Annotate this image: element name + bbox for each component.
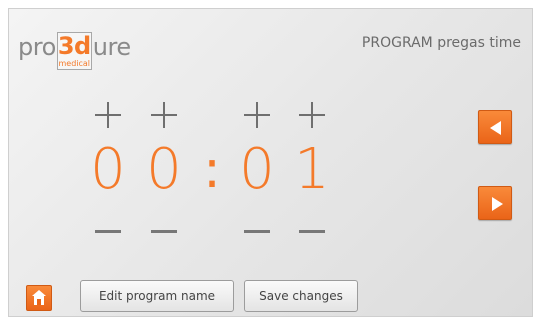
hours-tens-plus-icon[interactable] bbox=[95, 102, 121, 128]
minutes-tens-digit: 0 bbox=[239, 137, 275, 202]
previous-button[interactable] bbox=[478, 110, 512, 144]
logo-suffix: ure bbox=[92, 33, 131, 61]
save-changes-button[interactable]: Save changes bbox=[244, 280, 358, 312]
hours-ones-digit: 0 bbox=[146, 137, 182, 202]
home-icon-door bbox=[37, 299, 41, 305]
prothedure-logo: pro 3d medical ure bbox=[18, 32, 131, 70]
logo-3d-box: 3d medical bbox=[56, 32, 92, 70]
next-button[interactable] bbox=[478, 186, 512, 220]
minutes-ones-plus-icon[interactable] bbox=[299, 102, 325, 128]
minutes-ones-minus-icon[interactable] bbox=[299, 230, 325, 233]
hours-ones-minus-icon[interactable] bbox=[151, 230, 177, 233]
arrow-left-icon bbox=[490, 121, 501, 135]
home-button[interactable] bbox=[26, 285, 52, 311]
hours-tens-minus-icon[interactable] bbox=[95, 230, 121, 233]
logo-highlight-sub: medical bbox=[58, 59, 91, 68]
arrow-right-icon bbox=[492, 197, 503, 211]
edit-program-name-button[interactable]: Edit program name bbox=[80, 280, 234, 312]
time-separator: : bbox=[203, 140, 221, 200]
minutes-tens-plus-icon[interactable] bbox=[244, 102, 270, 128]
minutes-tens-minus-icon[interactable] bbox=[244, 230, 270, 233]
logo-prefix: pro bbox=[18, 33, 56, 61]
hours-tens-digit: 0 bbox=[90, 137, 126, 202]
logo-highlight: 3d bbox=[57, 32, 91, 60]
page-title: PROGRAM pregas time bbox=[361, 35, 521, 51]
hours-ones-plus-icon[interactable] bbox=[151, 102, 177, 128]
minutes-ones-digit: 1 bbox=[294, 137, 330, 202]
